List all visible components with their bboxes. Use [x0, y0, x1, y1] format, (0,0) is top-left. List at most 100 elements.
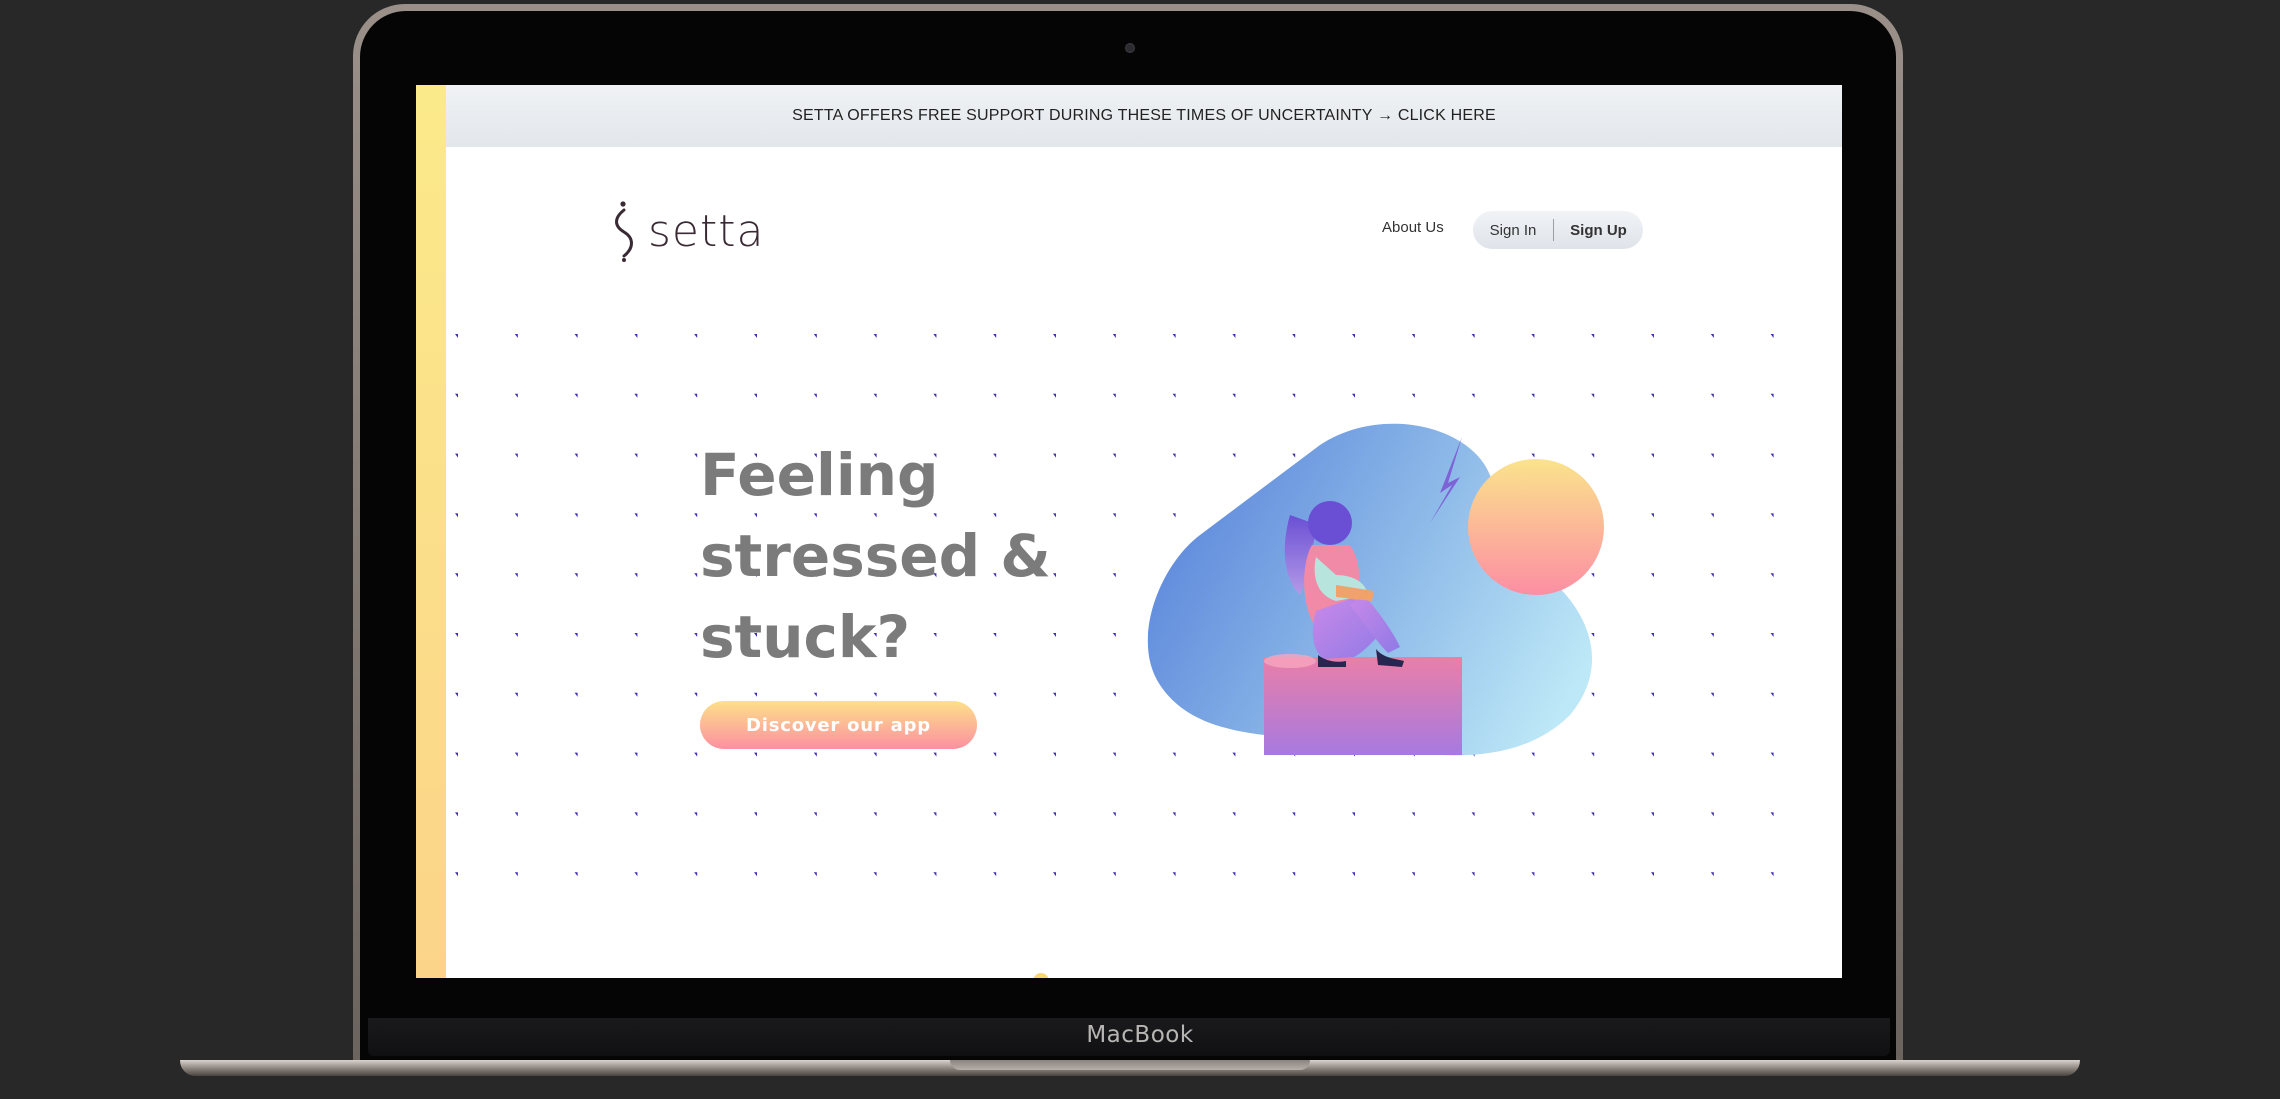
pattern-dot — [1531, 393, 1535, 398]
pattern-dot — [1292, 393, 1296, 398]
pattern-dot — [1770, 812, 1774, 817]
pattern-dot — [1172, 393, 1176, 398]
pattern-dot — [574, 393, 578, 398]
hero-title: Feeling stressed & stuck? — [700, 441, 1051, 671]
pattern-dot — [574, 812, 578, 817]
pattern-dot — [1172, 872, 1176, 877]
pattern-dot — [1112, 573, 1116, 578]
pattern-dot — [574, 752, 578, 757]
pattern-dot — [1411, 334, 1415, 338]
pattern-dot — [574, 334, 578, 338]
pattern-dot — [634, 513, 638, 518]
pattern-dot — [1471, 393, 1475, 398]
pattern-dot — [1651, 812, 1654, 817]
stressed-woman-illustration — [1147, 423, 1604, 756]
pattern-dot — [514, 872, 518, 877]
pattern-dot — [634, 812, 638, 817]
pattern-dot — [1651, 393, 1654, 398]
logo-text: setta — [648, 205, 765, 257]
pattern-dot — [1651, 453, 1654, 458]
pattern-dot — [873, 334, 877, 338]
pattern-dot — [993, 393, 997, 398]
pattern-dot — [813, 812, 817, 817]
pattern-dot — [1531, 334, 1535, 338]
pattern-dot — [813, 334, 817, 338]
pattern-dot — [1232, 393, 1236, 398]
pattern-dot — [1591, 393, 1595, 398]
pattern-dot — [634, 692, 638, 697]
pattern-dot — [1292, 812, 1296, 817]
pattern-dot — [1053, 334, 1056, 338]
pattern-dot — [754, 872, 757, 877]
pattern-dot — [1770, 513, 1774, 518]
pattern-dot — [1710, 513, 1714, 518]
pattern-dot — [1112, 513, 1116, 518]
pattern-dot — [1112, 752, 1116, 757]
pattern-dot — [1352, 872, 1355, 877]
pattern-dot — [813, 872, 817, 877]
pattern-dot — [455, 692, 458, 697]
announcement-banner[interactable]: SETTA OFFERS FREE SUPPORT DURING THESE T… — [446, 85, 1842, 147]
pattern-dot — [455, 872, 458, 877]
pattern-dot — [1710, 393, 1714, 398]
pattern-dot — [1053, 872, 1056, 877]
pattern-dot — [574, 513, 578, 518]
pattern-dot — [574, 692, 578, 697]
pattern-dot — [754, 334, 757, 338]
pattern-dot — [1770, 872, 1774, 877]
pattern-dot — [1710, 692, 1714, 697]
pattern-dot — [993, 812, 997, 817]
pattern-dot — [455, 393, 458, 398]
pattern-dot — [754, 752, 757, 757]
pattern-dot — [1411, 872, 1415, 877]
pattern-dot — [1591, 872, 1595, 877]
pattern-dot — [634, 633, 638, 637]
pattern-dot — [933, 334, 937, 338]
pattern-dot — [634, 334, 638, 338]
pattern-dot — [1710, 334, 1714, 338]
pattern-dot — [574, 633, 578, 637]
pattern-dot — [1710, 812, 1714, 817]
pattern-dot — [1770, 334, 1774, 338]
announcement-text[interactable]: SETTA OFFERS FREE SUPPORT DURING THESE T… — [792, 107, 1496, 125]
pattern-dot — [634, 573, 638, 578]
pattern-dot — [754, 812, 757, 817]
pattern-dot — [694, 633, 698, 637]
pattern-dot — [1112, 633, 1116, 637]
pattern-dot — [694, 812, 698, 817]
pattern-dot — [514, 633, 518, 637]
pattern-dot — [1352, 334, 1355, 338]
pattern-dot — [1352, 393, 1355, 398]
pattern-dot — [873, 393, 877, 398]
pattern-dot — [933, 872, 937, 877]
pattern-dot — [813, 393, 817, 398]
sign-in-button[interactable]: Sign In — [1473, 222, 1553, 239]
pattern-dot — [1411, 812, 1415, 817]
site-logo[interactable]: setta — [612, 200, 764, 262]
pattern-dot — [1651, 334, 1654, 338]
pattern-dot — [694, 573, 698, 578]
device-mockup: SETTA OFFERS FREE SUPPORT DURING THESE T… — [0, 0, 2280, 1099]
pattern-dot — [514, 453, 518, 458]
pattern-dot — [873, 692, 877, 697]
pattern-dot — [1770, 633, 1774, 637]
nav-about-us-link[interactable]: About Us — [1382, 219, 1444, 236]
pattern-dot — [1531, 872, 1535, 877]
pattern-dot — [694, 453, 698, 458]
pattern-dot — [1770, 752, 1774, 757]
sign-up-button[interactable]: Sign Up — [1554, 222, 1643, 239]
auth-pill: Sign In Sign Up — [1473, 211, 1643, 249]
pattern-dot — [1053, 812, 1056, 817]
pattern-dot — [455, 812, 458, 817]
pattern-dot — [933, 752, 937, 757]
pattern-dot — [1352, 812, 1355, 817]
pattern-dot — [873, 752, 877, 757]
pattern-dot — [634, 752, 638, 757]
discover-app-button[interactable]: Discover our app — [700, 701, 977, 749]
pattern-dot — [514, 393, 518, 398]
pattern-dot — [694, 752, 698, 757]
pattern-dot — [1651, 573, 1654, 578]
macbook-label: MacBook — [1086, 1022, 1194, 1048]
pattern-dot — [1651, 692, 1654, 697]
pattern-dot — [634, 393, 638, 398]
